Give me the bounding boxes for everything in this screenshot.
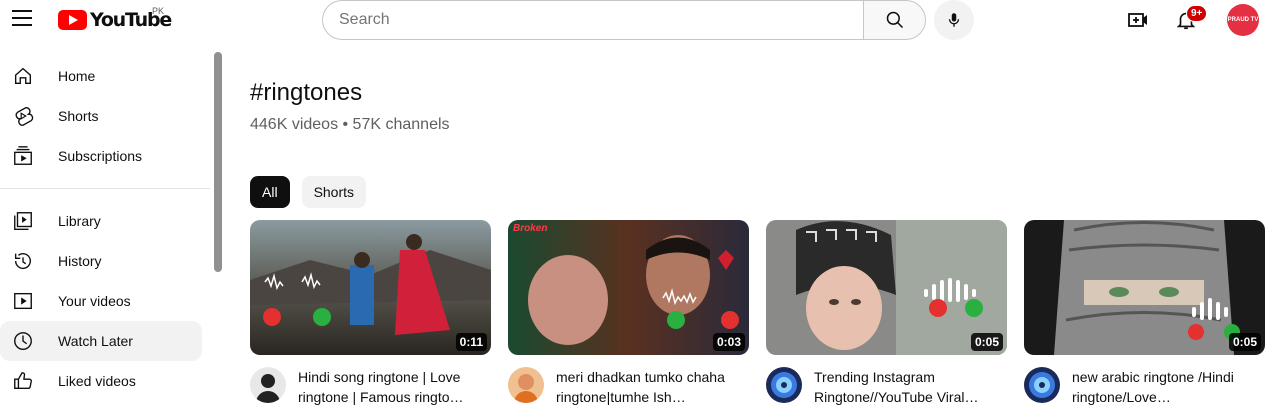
video-card[interactable]: Broken 0:03 meri dhadkan tumko chaha rin… [508,220,749,407]
history-icon [14,253,31,270]
sidebar-item-label: Library [58,213,101,229]
sidebar-item-library[interactable]: Library [0,201,202,241]
sidebar-item-history[interactable]: History [0,241,202,281]
chip-all[interactable]: All [250,176,290,208]
shorts-icon [15,107,34,126]
sidebar-divider [0,188,210,189]
channel-avatar[interactable] [250,367,286,403]
sidebar-item-home[interactable]: Home [0,56,202,96]
svg-text:Broken: Broken [513,223,547,234]
sidebar-item-label: Home [58,68,96,84]
sidebar-item-your-videos[interactable]: Your videos [0,281,202,321]
video-grid: 0:11 Hindi song ringtone | Love ringtone… [250,220,1265,407]
sidebar-item-subscriptions[interactable]: Subscriptions [0,136,202,176]
chip-shorts[interactable]: Shorts [301,176,367,208]
your-videos-icon [14,292,32,310]
watch-later-icon [14,332,32,350]
home-icon [14,67,32,85]
thumbs-up-icon [14,372,32,390]
page-title: #ringtones [250,79,363,106]
video-duration: 0:05 [1228,333,1261,351]
sidebar-scrollbar[interactable] [214,52,222,272]
channel-avatar-image [508,367,544,403]
video-title[interactable]: Trending Instagram Ringtone//YouTube Vir… [814,367,999,407]
sidebar-item-label: Watch Later [58,333,133,349]
sidebar-item-label: Subscriptions [58,148,143,164]
library-icon [14,212,32,230]
video-duration: 0:03 [712,333,745,351]
channel-avatar-image [766,367,802,403]
video-duration: 0:11 [455,333,487,351]
sidebar-item-label: Liked videos [58,373,136,389]
sidebar-item-shorts[interactable]: Shorts [0,96,202,136]
channel-avatar[interactable] [1024,367,1060,403]
subscriptions-icon [14,146,32,165]
video-duration: 0:05 [970,333,1003,351]
video-card[interactable]: 0:05 Trending Instagram Ringtone//YouTub… [766,220,1007,407]
sidebar: Home Shorts Subscriptions Library Histor… [0,56,222,417]
sidebar-item-label: History [58,253,102,269]
main-content: #ringtones 446K videos • 57K channels Al… [250,0,1269,417]
video-title[interactable]: meri dhadkan tumko chaha ringtone|tumhe … [556,367,741,407]
sidebar-item-label: Your videos [58,293,131,309]
video-title[interactable]: Hindi song ringtone | Love ringtone | Fa… [298,367,483,407]
channel-avatar-image [250,367,286,403]
channel-avatar[interactable] [766,367,802,403]
thumbnail-image [250,220,491,355]
channel-avatar-image [1024,367,1060,403]
video-thumbnail[interactable]: Broken 0:03 [508,220,749,355]
video-thumbnail[interactable]: 0:05 [766,220,1007,355]
hashtag-stats: 446K videos • 57K channels [250,116,450,133]
channel-avatar[interactable] [508,367,544,403]
region-code: PK [152,6,165,16]
youtube-play-icon [58,10,87,30]
video-card[interactable]: 0:05 new arabic ringtone /Hindi ringtone… [1024,220,1265,407]
video-thumbnail[interactable]: 0:11 [250,220,491,355]
filter-chips: All Shorts [250,176,367,208]
sidebar-item-watch-later[interactable]: Watch Later [0,321,202,361]
video-card[interactable]: 0:11 Hindi song ringtone | Love ringtone… [250,220,491,407]
video-title[interactable]: new arabic ringtone /Hindi ringtone/Love… [1072,367,1257,407]
sidebar-item-liked-videos[interactable]: Liked videos [0,361,202,401]
menu-icon[interactable] [12,10,32,28]
sidebar-item-label: Shorts [58,108,99,124]
video-thumbnail[interactable]: 0:05 [1024,220,1265,355]
